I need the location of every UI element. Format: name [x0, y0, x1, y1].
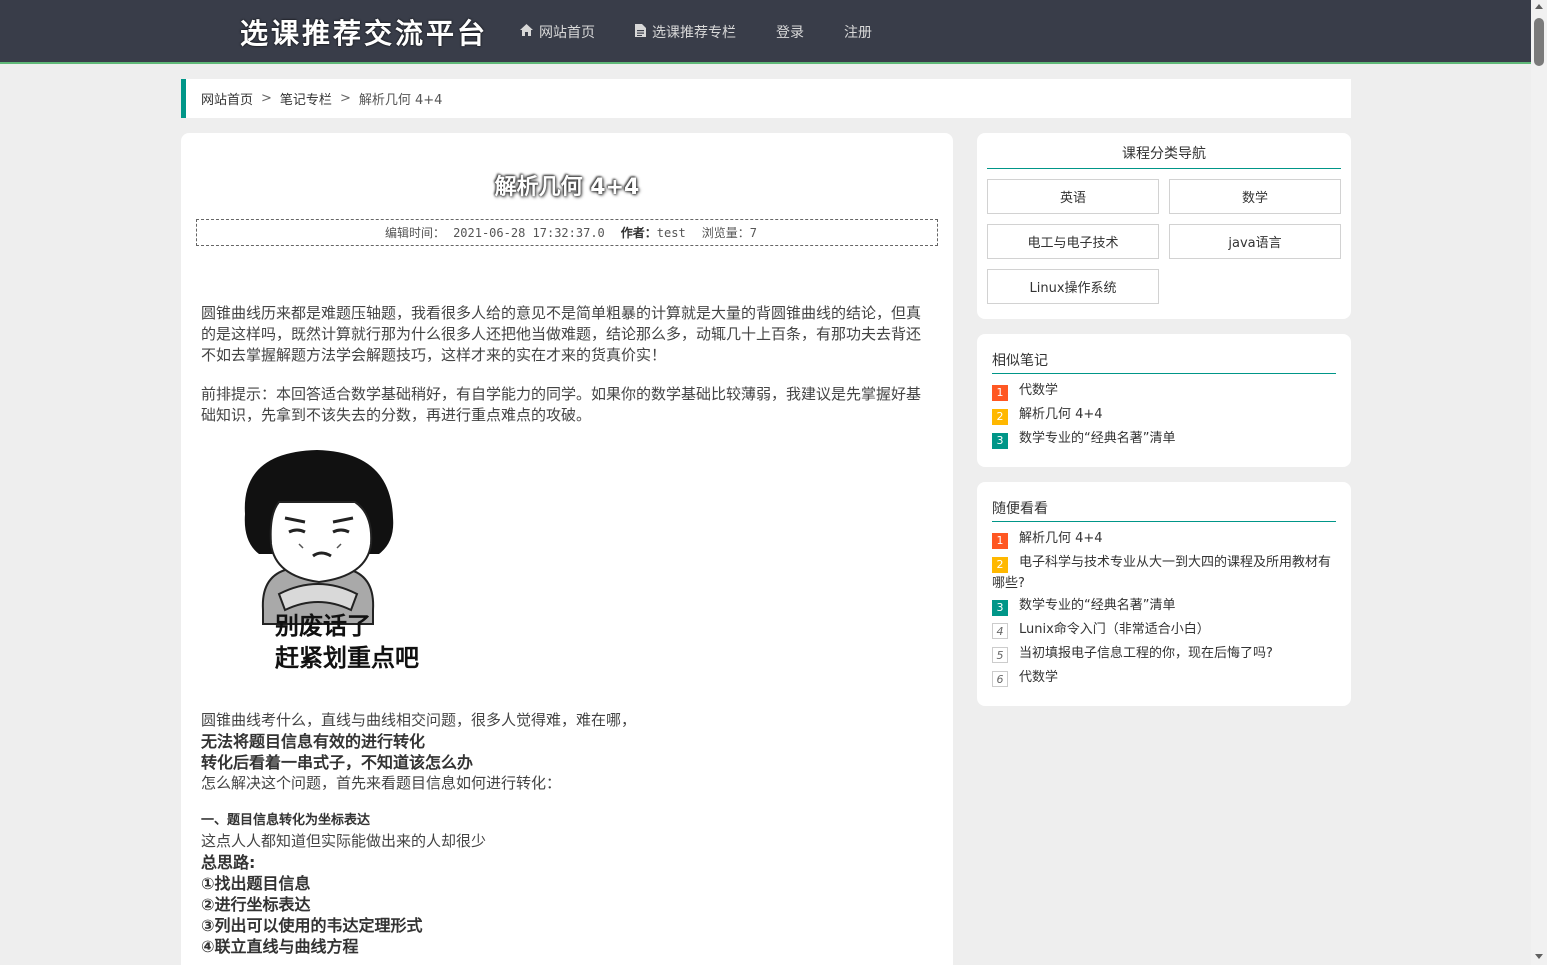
- list-item[interactable]: 2 解析几何 4+4: [992, 404, 1336, 425]
- rank-badge: 2: [992, 409, 1008, 425]
- author-label: 作者：: [620, 226, 657, 240]
- similar-notes-title: 相似笔记: [992, 350, 1336, 374]
- list-item[interactable]: 3 数学专业的“经典名著”清单: [992, 595, 1336, 616]
- list-item-label: 电子科学与技术专业从大一到大四的课程及所用教材有哪些?: [992, 555, 1332, 591]
- list-item-label: Lunix命令入门（非常适合小白）: [1019, 622, 1210, 637]
- top-navbar: 选课推荐交流平台 网站首页 选课推荐专栏 登录 注册: [0, 0, 1531, 64]
- summary-label: 总思路:: [201, 853, 256, 872]
- rank-badge: 3: [992, 433, 1008, 449]
- article-panel: 解析几何 4+4 编辑时间： 2021-06-28 17:32:37.0 作者：t…: [181, 133, 953, 965]
- paragraph-bold: 转化后看着一串式子，不知道该怎么办: [201, 753, 474, 772]
- random-notes-panel: 随便看看 1 解析几何 4+4 2 电子科学与技术专业从大一到大四的课程及所用教材有…: [977, 482, 1351, 706]
- meme-image: 别废话了 赶紧划重点吧: [201, 444, 441, 682]
- step-item: ④联立直线与曲线方程: [201, 937, 359, 956]
- list-item-label: 数学专业的“经典名著”清单: [1019, 598, 1176, 613]
- views: 浏览量：7: [702, 224, 757, 241]
- list-item[interactable]: 2 电子科学与技术专业从大一到大四的课程及所用教材有哪些?: [992, 552, 1336, 594]
- paragraph: 圆锥曲线考什么，直线与曲线相交问题，很多人觉得难，难在哪，: [201, 711, 637, 729]
- nav-login[interactable]: 登录: [776, 22, 804, 42]
- meme-caption-line2: 赶紧划重点吧: [275, 644, 419, 672]
- nav-register-label: 注册: [844, 25, 872, 41]
- list-item-label: 数学专业的“经典名著”清单: [1019, 431, 1176, 446]
- list-item[interactable]: 1 代数学: [992, 380, 1336, 401]
- edit-time: 编辑时间： 2021-06-28 17:32:37.0: [377, 224, 605, 241]
- category-java-button[interactable]: java语言: [1169, 224, 1341, 259]
- author: 作者：test: [621, 224, 686, 241]
- section-heading: 一、题目信息转化为坐标表达: [201, 813, 371, 828]
- list-item-label: 解析几何 4+4: [1019, 531, 1103, 546]
- rank-badge: 1: [992, 533, 1008, 549]
- breadcrumb-separator: >: [261, 91, 272, 106]
- rank-badge: 6: [992, 671, 1008, 687]
- rank-badge: 4: [992, 623, 1008, 639]
- scroll-thumb[interactable]: [1534, 18, 1544, 66]
- list-item-label: 解析几何 4+4: [1019, 407, 1103, 422]
- views-label: 浏览量：: [701, 226, 750, 240]
- step-item: ①找出题目信息: [201, 874, 311, 893]
- rank-badge: 2: [992, 557, 1008, 573]
- list-item[interactable]: 1 解析几何 4+4: [992, 528, 1336, 549]
- category-nav-title: 课程分类导航: [987, 143, 1341, 169]
- similar-notes-panel: 相似笔记 1 代数学 2 解析几何 4+4 3 数学专业的“经典名著”清单: [977, 334, 1351, 467]
- breadcrumb-notes[interactable]: 笔记专栏: [280, 89, 332, 108]
- paragraph: 前排提示：本回答适合数学基础稍好，有自学能力的同学。如果你的数学基础比较薄弱，我…: [201, 385, 922, 424]
- list-item[interactable]: 5 当初填报电子信息工程的你，现在后悔了吗?: [992, 643, 1336, 664]
- paragraph: 怎么解决这个问题，首先来看题目信息如何进行转化：: [201, 774, 562, 792]
- random-notes-title: 随便看看: [992, 498, 1336, 522]
- paragraph: 这点人人都知道但实际能做出来的人却很少: [201, 832, 487, 850]
- home-icon: [520, 24, 533, 40]
- main-nav: 网站首页 选课推荐专栏 登录 注册: [520, 0, 912, 64]
- page-scrollbar[interactable]: [1531, 0, 1547, 965]
- step-item: ③列出可以使用的韦达定理形式: [201, 916, 423, 935]
- nav-login-label: 登录: [776, 25, 804, 41]
- breadcrumb-home[interactable]: 网站首页: [201, 89, 253, 108]
- category-linux-button[interactable]: Linux操作系统: [987, 269, 1159, 304]
- rank-badge: 3: [992, 600, 1008, 616]
- scroll-down-arrow-icon[interactable]: [1535, 954, 1543, 959]
- breadcrumb: 网站首页 > 笔记专栏 > 解析几何 4+4: [181, 79, 1351, 118]
- author-value: test: [656, 226, 686, 240]
- nav-course-column-label: 选课推荐专栏: [652, 25, 736, 41]
- article-title: 解析几何 4+4: [494, 175, 640, 200]
- category-math-button[interactable]: 数学: [1169, 179, 1341, 214]
- list-item-label: 代数学: [1019, 383, 1059, 398]
- nav-home[interactable]: 网站首页: [520, 22, 595, 42]
- site-logo[interactable]: 选课推荐交流平台: [240, 12, 488, 52]
- scroll-up-arrow-icon[interactable]: [1535, 4, 1543, 9]
- list-item[interactable]: 6 代数学: [992, 667, 1336, 688]
- category-nav-panel: 课程分类导航 英语 数学 电工与电子技术 java语言 Linux操作系统: [977, 133, 1351, 319]
- list-item[interactable]: 4 Lunix命令入门（非常适合小白）: [992, 619, 1336, 640]
- meme-caption-line1: 别废话了: [275, 612, 371, 640]
- category-electrical-button[interactable]: 电工与电子技术: [987, 224, 1159, 259]
- list-item-label: 代数学: [1019, 670, 1059, 685]
- nav-register[interactable]: 注册: [844, 22, 872, 42]
- list-item[interactable]: 3 数学专业的“经典名著”清单: [992, 428, 1336, 449]
- nav-home-label: 网站首页: [539, 25, 595, 41]
- list-item-label: 当初填报电子信息工程的你，现在后悔了吗?: [1019, 646, 1273, 661]
- rank-badge: 1: [992, 385, 1008, 401]
- nav-course-column[interactable]: 选课推荐专栏: [635, 22, 736, 42]
- article-meta: 编辑时间： 2021-06-28 17:32:37.0 作者：test 浏览量：7: [196, 219, 938, 246]
- step-item: ②进行坐标表达: [201, 895, 311, 914]
- edit-time-value: 2021-06-28 17:32:37.0: [453, 226, 605, 240]
- breadcrumb-separator: >: [339, 91, 351, 106]
- edit-time-label: 编辑时间：: [385, 226, 446, 240]
- document-icon: [635, 23, 646, 41]
- paragraph-bold: 无法将题目信息有效的进行转化: [201, 732, 426, 751]
- breadcrumb-current: 解析几何 4+4: [358, 93, 443, 108]
- rank-badge: 5: [992, 647, 1008, 663]
- views-value: 7: [749, 226, 757, 240]
- article-content: 圆锥曲线历来都是难题压轴题，我看很多人给的意见不是简单粗暴的计算就是大量的背圆锥…: [201, 303, 931, 957]
- category-english-button[interactable]: 英语: [987, 179, 1159, 214]
- paragraph: 圆锥曲线历来都是难题压轴题，我看很多人给的意见不是简单粗暴的计算就是大量的背圆锥…: [201, 304, 922, 364]
